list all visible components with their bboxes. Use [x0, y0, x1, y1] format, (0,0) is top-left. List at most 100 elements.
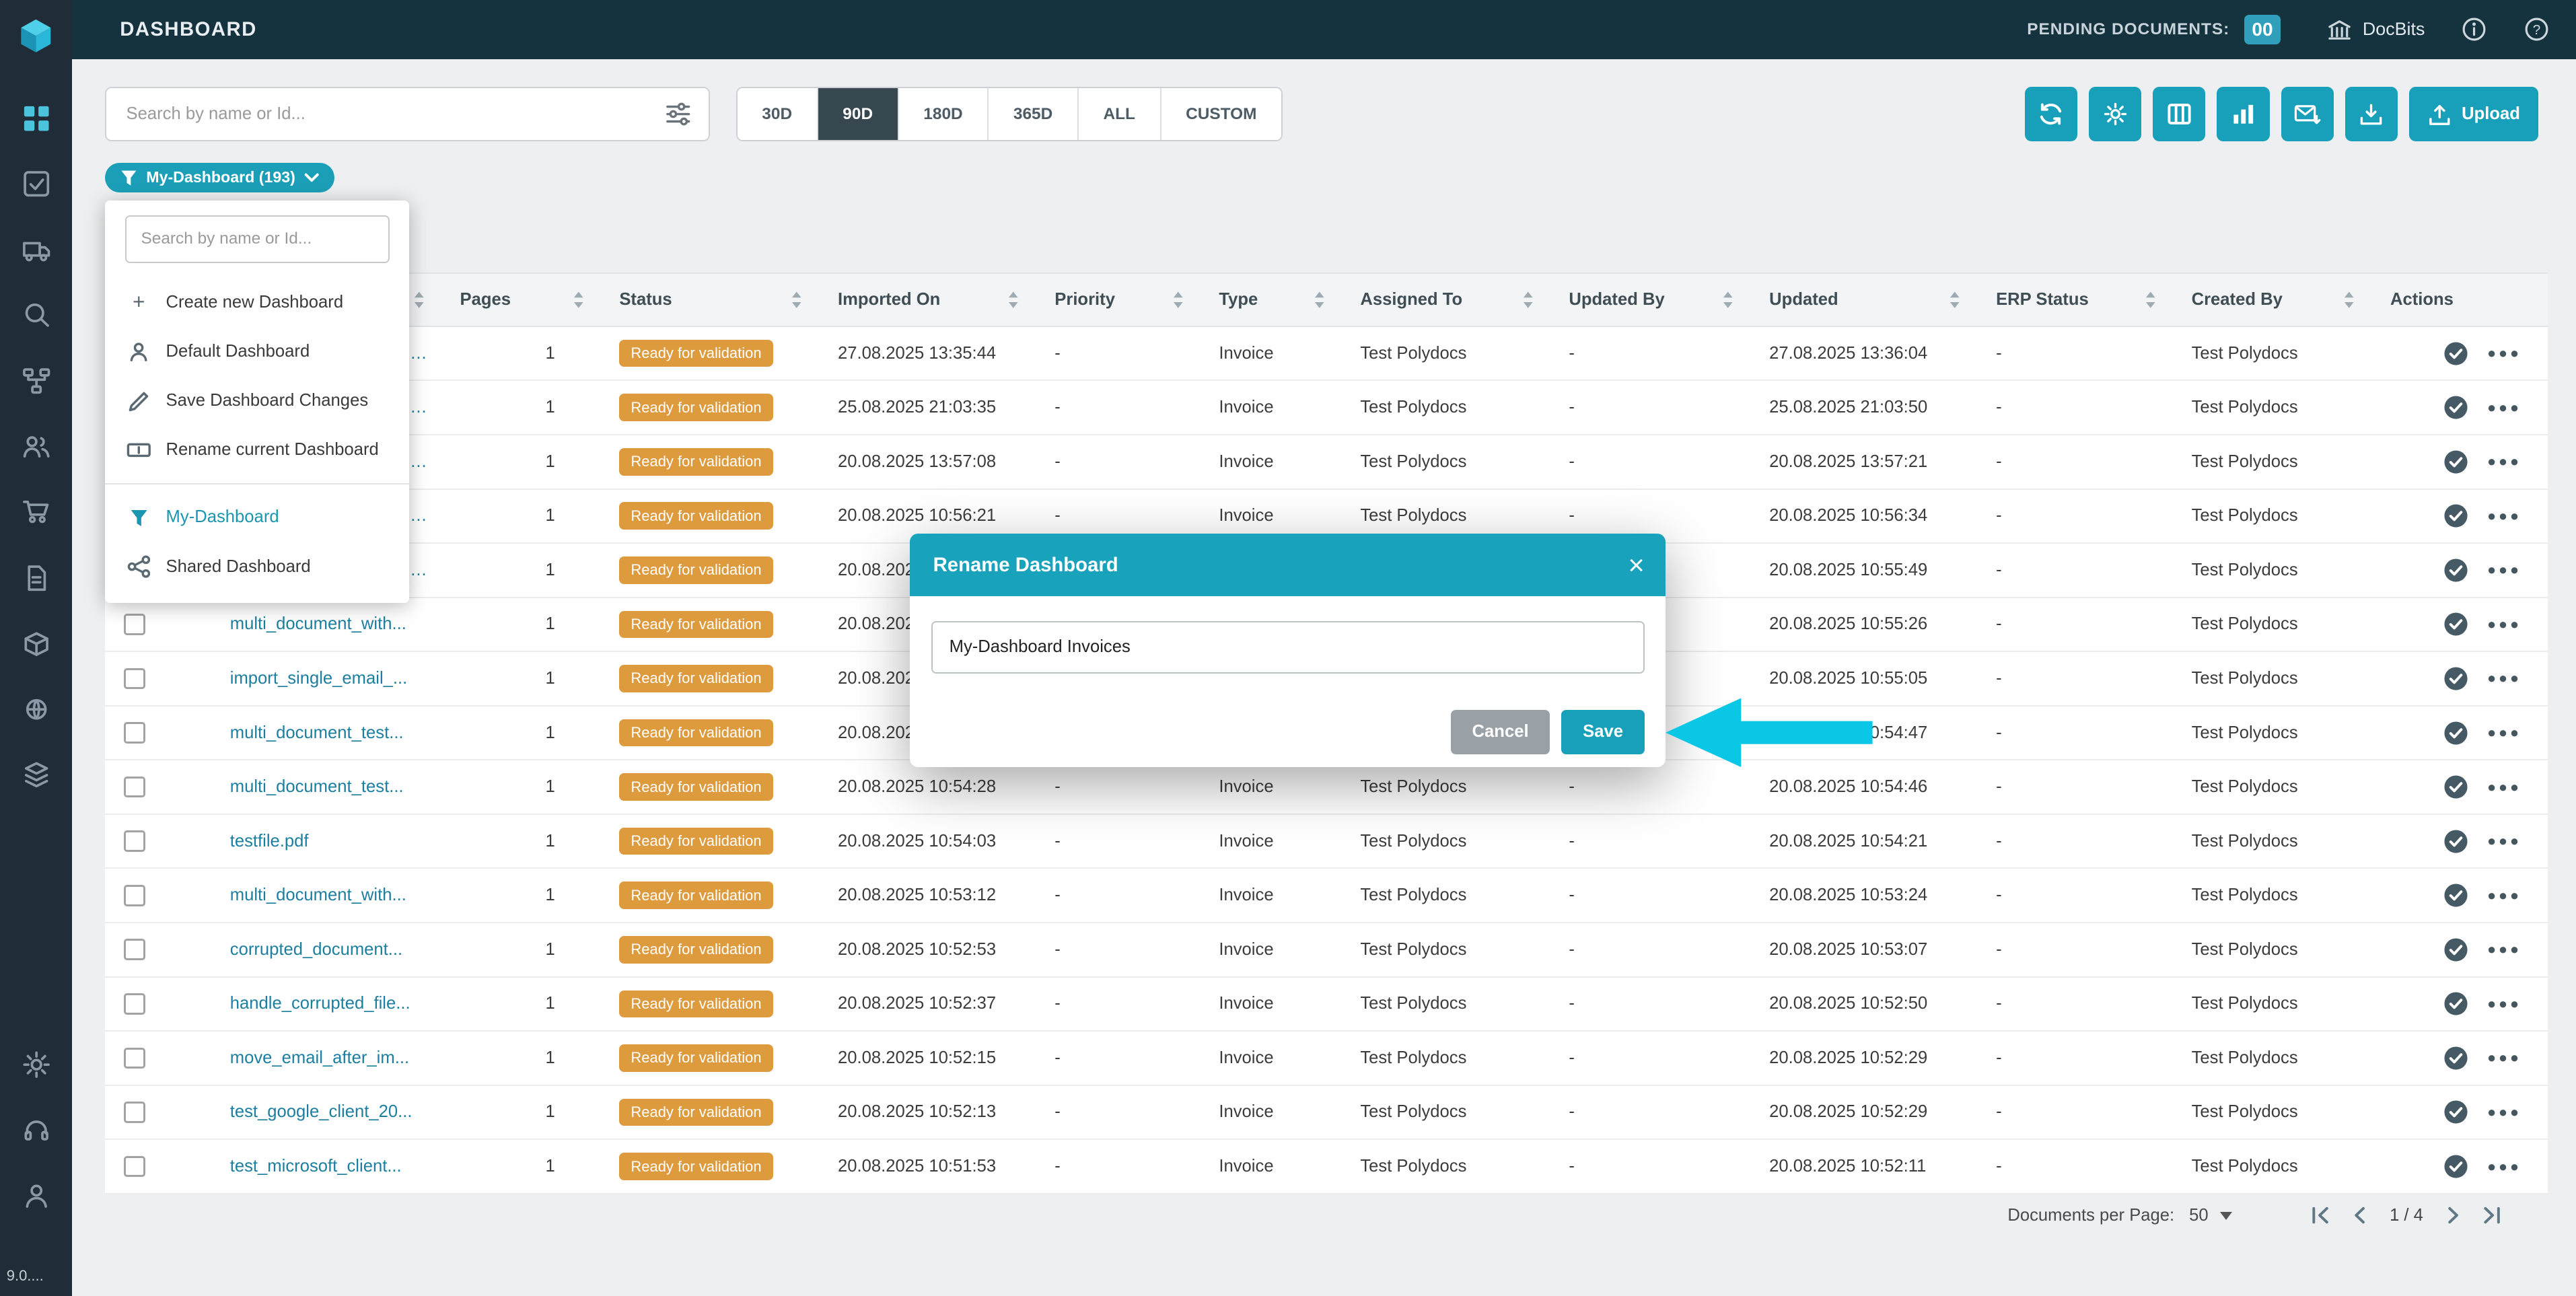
document-link[interactable]: …: [410, 561, 427, 580]
row-menu-button[interactable]: ●●●: [2487, 941, 2521, 958]
range-90d[interactable]: 90D: [818, 88, 899, 140]
sidebar-item-purchase-orders[interactable]: [0, 480, 72, 546]
document-link[interactable]: handle_corrupted_file...: [230, 994, 410, 1013]
row-menu-button[interactable]: ●●●: [2487, 1158, 2521, 1176]
first-page-button[interactable]: [2301, 1199, 2340, 1232]
sidebar-item-workflow[interactable]: [0, 348, 72, 414]
col-header-type[interactable]: Type: [1199, 274, 1340, 326]
row-menu-button[interactable]: ●●●: [2487, 779, 2521, 796]
row-menu-button[interactable]: ●●●: [2487, 453, 2521, 470]
validate-button[interactable]: [2443, 1153, 2469, 1180]
sidebar-item-modules[interactable]: [0, 742, 72, 808]
col-header-priority[interactable]: Priority: [1035, 274, 1199, 326]
validate-button[interactable]: [2443, 991, 2469, 1017]
close-icon[interactable]: ×: [1628, 551, 1644, 579]
row-menu-button[interactable]: ●●●: [2487, 1049, 2521, 1067]
col-header-updated[interactable]: Updated: [1750, 274, 1976, 326]
col-header-status[interactable]: Status: [600, 274, 818, 326]
document-link[interactable]: …: [410, 506, 427, 526]
row-menu-button[interactable]: ●●●: [2487, 887, 2521, 904]
sidebar-item-document-search[interactable]: [0, 283, 72, 349]
document-link[interactable]: test_google_client_20...: [230, 1102, 413, 1122]
col-header-pages[interactable]: Pages: [440, 274, 600, 326]
document-link[interactable]: corrupted_document...: [230, 940, 402, 960]
dashboard-selector-pill[interactable]: My-Dashboard (193): [105, 163, 334, 192]
document-link[interactable]: …: [410, 398, 427, 417]
row-checkbox[interactable]: [124, 1102, 145, 1123]
row-checkbox[interactable]: [124, 939, 145, 960]
validate-button[interactable]: [2443, 503, 2469, 529]
row-menu-button[interactable]: ●●●: [2487, 399, 2521, 417]
email-export-button[interactable]: [2281, 87, 2334, 141]
menu-item-shared-dashboard[interactable]: Shared Dashboard: [105, 542, 409, 591]
sidebar-item-invoices[interactable]: [0, 545, 72, 611]
document-link[interactable]: import_single_email_...: [230, 669, 408, 688]
sort-icon[interactable]: [2144, 290, 2157, 310]
upload-button[interactable]: Upload: [2409, 87, 2538, 141]
col-header-created-by[interactable]: Created By: [2172, 274, 2370, 326]
search-input[interactable]: [106, 104, 664, 124]
row-menu-button[interactable]: ●●●: [2487, 345, 2521, 362]
menu-item-default-dashboard[interactable]: Default Dashboard: [105, 327, 409, 376]
row-checkbox[interactable]: [124, 614, 145, 635]
sidebar-item-shipments[interactable]: [0, 217, 72, 283]
row-menu-button[interactable]: ●●●: [2487, 724, 2521, 742]
validate-button[interactable]: [2443, 937, 2469, 963]
document-link[interactable]: multi_document_with...: [230, 886, 406, 905]
validate-button[interactable]: [2443, 828, 2469, 855]
document-link[interactable]: multi_document_test...: [230, 723, 404, 743]
validate-button[interactable]: [2443, 1045, 2469, 1071]
sidebar-item-support[interactable]: [0, 1097, 72, 1163]
document-link[interactable]: multi_document_with...: [230, 614, 406, 634]
validate-button[interactable]: [2443, 611, 2469, 637]
sidebar-item-settings[interactable]: [0, 1032, 72, 1097]
dashboard-name-input[interactable]: [931, 621, 1645, 674]
menu-item-my-dashboard[interactable]: My-Dashboard: [105, 493, 409, 542]
menu-item-rename-dashboard[interactable]: Rename current Dashboard: [105, 425, 409, 474]
row-checkbox[interactable]: [124, 668, 145, 690]
cancel-button[interactable]: Cancel: [1451, 710, 1550, 754]
validate-button[interactable]: [2443, 557, 2469, 583]
sort-icon[interactable]: [1721, 290, 1735, 310]
layout-button[interactable]: [2153, 87, 2205, 141]
row-menu-button[interactable]: ●●●: [2487, 670, 2521, 687]
menu-item-save-dashboard[interactable]: Save Dashboard Changes: [105, 376, 409, 425]
next-page-button[interactable]: [2433, 1199, 2473, 1232]
row-checkbox[interactable]: [124, 885, 145, 906]
row-menu-button[interactable]: ●●●: [2487, 507, 2521, 525]
col-header-assigned-to[interactable]: Assigned To: [1340, 274, 1549, 326]
sidebar-item-validation[interactable]: [0, 151, 72, 217]
sidebar-item-profile[interactable]: [0, 1163, 72, 1229]
per-page-select[interactable]: 50: [2189, 1206, 2232, 1225]
range-180d[interactable]: 180D: [899, 88, 989, 140]
pending-documents-badge[interactable]: 00: [2244, 15, 2281, 44]
validate-button[interactable]: [2443, 1099, 2469, 1125]
row-checkbox[interactable]: [124, 830, 145, 852]
row-menu-button[interactable]: ●●●: [2487, 995, 2521, 1013]
app-logo[interactable]: [0, 0, 72, 72]
sort-icon[interactable]: [1948, 290, 1962, 310]
row-checkbox[interactable]: [124, 1048, 145, 1069]
info-button[interactable]: [2461, 16, 2487, 42]
validate-button[interactable]: [2443, 774, 2469, 800]
row-menu-button[interactable]: ●●●: [2487, 832, 2521, 850]
document-link[interactable]: …: [410, 452, 427, 472]
sort-icon[interactable]: [790, 290, 803, 310]
validate-button[interactable]: [2443, 394, 2469, 421]
row-checkbox[interactable]: [124, 722, 145, 744]
prev-page-button[interactable]: [2340, 1199, 2380, 1232]
validate-button[interactable]: [2443, 882, 2469, 908]
sort-icon[interactable]: [413, 290, 426, 310]
sort-icon[interactable]: [1007, 290, 1020, 310]
filter-sliders-icon[interactable]: [664, 101, 692, 127]
sidebar-item-packages[interactable]: [0, 611, 72, 677]
document-link[interactable]: …: [410, 344, 427, 363]
col-header-updated-by[interactable]: Updated By: [1549, 274, 1750, 326]
row-checkbox[interactable]: [124, 1156, 145, 1178]
validate-button[interactable]: [2443, 720, 2469, 746]
document-link[interactable]: move_email_after_im...: [230, 1048, 409, 1068]
sidebar-item-integrations[interactable]: [0, 677, 72, 743]
range-custom[interactable]: CUSTOM: [1161, 88, 1282, 140]
row-menu-button[interactable]: ●●●: [2487, 616, 2521, 633]
help-button[interactable]: ?: [2524, 16, 2550, 42]
